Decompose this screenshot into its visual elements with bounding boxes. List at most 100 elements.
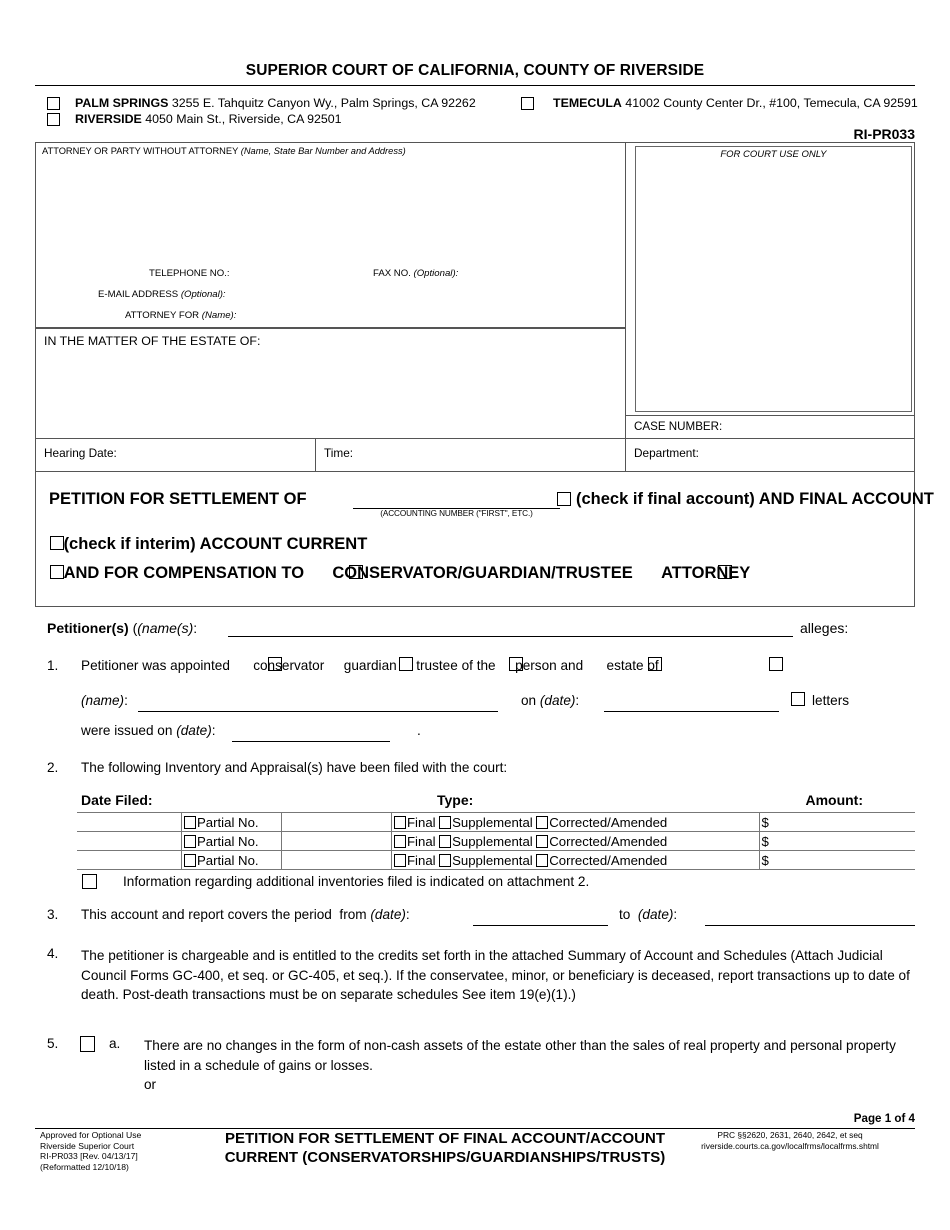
matter-label: IN THE MATTER OF THE ESTATE OF:	[44, 334, 261, 348]
item-3-from-field[interactable]	[473, 925, 608, 926]
alleges-label: alleges:	[800, 620, 849, 636]
interim-text: (check if interim) ACCOUNT CURRENT	[63, 535, 368, 553]
item-1-name-label: (name):	[81, 693, 128, 708]
department-box[interactable]: Department:	[626, 439, 915, 472]
checkbox-corrected[interactable]	[535, 816, 549, 829]
header-amount: Amount:	[805, 792, 863, 808]
form-page: SUPERIOR COURT OF CALIFORNIA, COUNTY OF …	[0, 0, 950, 1230]
item-3-to-label: to (date):	[619, 907, 678, 922]
time-box[interactable]: Time:	[316, 439, 626, 472]
partial-label: Partial No.	[197, 833, 259, 849]
attorney-label: ATTORNEY	[661, 564, 751, 582]
cell-partial-number[interactable]	[281, 831, 392, 851]
inventory-header-row: Date Filed: Type: Amount:	[77, 792, 915, 812]
attorney-for-text: ATTORNEY FOR	[125, 310, 202, 321]
checkbox-final[interactable]	[393, 816, 406, 829]
checkbox-additional-inventories[interactable]	[82, 874, 97, 889]
item-4-text: The petitioner is chargeable and is enti…	[81, 948, 910, 1002]
amount-symbol: $	[761, 814, 769, 830]
caption-block: ATTORNEY OR PARTY WITHOUT ATTORNEY (Name…	[35, 142, 915, 472]
checkbox-supplemental[interactable]	[438, 816, 452, 829]
page-number: Page 1 of 4	[853, 1112, 915, 1125]
item-3-to-field[interactable]	[705, 925, 915, 926]
checkbox-conservator[interactable]	[268, 657, 282, 671]
checkbox-trustee[interactable]	[509, 657, 523, 671]
checkbox-corrected[interactable]	[535, 835, 549, 848]
checkbox-item-5a[interactable]	[80, 1036, 95, 1052]
location-temecula: TEMECULA 41002 County Center Dr., #100, …	[553, 96, 918, 110]
partial-label: Partial No.	[197, 852, 259, 868]
checkbox-final-account[interactable]	[557, 492, 571, 506]
checkbox-letters[interactable]	[791, 692, 805, 706]
final-label: Final	[407, 852, 436, 868]
item-1-issued-label: were issued on (date):	[81, 723, 216, 738]
telephone-label: TELEPHONE NO.:	[149, 268, 230, 279]
court-use-box: FOR COURT USE ONLY	[635, 146, 912, 412]
item-5a-body: There are no changes in the form of non-…	[144, 1038, 896, 1073]
footer-form-rev: RI-PR033 [Rev. 04/13/17]	[40, 1151, 138, 1162]
footer-title-line1: PETITION FOR SETTLEMENT OF FINAL ACCOUNT…	[225, 1130, 665, 1147]
checkbox-partial[interactable]	[183, 854, 196, 867]
checkbox-person[interactable]	[648, 657, 662, 671]
item-2-text: The following Inventory and Appraisal(s)…	[81, 760, 508, 775]
final-label: Final	[407, 833, 436, 849]
checkbox-guardian[interactable]	[399, 657, 413, 671]
amount-symbol: $	[761, 833, 769, 849]
corrected-label: Corrected/Amended	[549, 814, 668, 830]
cell-amount[interactable]: $	[759, 850, 915, 870]
case-number-label: CASE NUMBER:	[634, 420, 723, 433]
item-5a-text: There are no changes in the form of non-…	[144, 1036, 904, 1095]
checkbox-estate[interactable]	[769, 657, 783, 671]
item-1-date-field[interactable]	[604, 711, 779, 712]
item-1-issued-field[interactable]	[232, 741, 390, 742]
attorney-box[interactable]: ATTORNEY OR PARTY WITHOUT ATTORNEY (Name…	[36, 143, 626, 329]
checkbox-riverside[interactable]	[47, 113, 60, 126]
checkbox-partial[interactable]	[183, 835, 196, 848]
header-type: Type:	[437, 792, 474, 808]
matter-box[interactable]: IN THE MATTER OF THE ESTATE OF:	[36, 329, 626, 439]
item-5-number: 5.	[47, 1036, 59, 1051]
court-title: SUPERIOR COURT OF CALIFORNIA, COUNTY OF …	[245, 62, 705, 79]
item1-opt-trustee: trustee of the	[416, 658, 496, 673]
checkbox-supplemental[interactable]	[438, 854, 452, 867]
court-use-label: FOR COURT USE ONLY	[720, 149, 827, 160]
amount-symbol: $	[761, 852, 769, 868]
petitioner-label-italic: (name(s)	[137, 620, 194, 636]
checkbox-supplemental[interactable]	[438, 835, 452, 848]
footer-reformatted: (Reformatted 12/10/18)	[40, 1161, 129, 1172]
table-row: Partial No. Final Supplemental Corrected/A…	[77, 850, 915, 870]
checkbox-final[interactable]	[393, 854, 406, 867]
item-1-period: .	[417, 723, 421, 738]
supplemental-label: Supplemental	[452, 833, 533, 849]
checkbox-temecula[interactable]	[521, 97, 534, 110]
cell-amount[interactable]: $	[759, 812, 915, 832]
cell-amount[interactable]: $	[759, 831, 915, 851]
cell-date-filed[interactable]	[77, 812, 182, 832]
hearing-date-box[interactable]: Hearing Date:	[36, 439, 316, 472]
corrected-label: Corrected/Amended	[549, 833, 668, 849]
item-1-name-field[interactable]	[138, 711, 498, 712]
final-account-label: (check if final account) AND FINAL ACCOU…	[576, 490, 934, 508]
item-1-line1: Petitioner was appointed □ conservator □…	[81, 658, 659, 673]
cell-partial-number[interactable]	[281, 812, 392, 832]
compensation-row: □ AND FOR COMPENSATION TO □ CONSERVATOR/…	[49, 564, 751, 583]
hearing-date-label: Hearing Date:	[44, 446, 117, 460]
email-label: E-MAIL ADDRESS (Optional):	[98, 289, 226, 300]
checkbox-final[interactable]	[393, 835, 406, 848]
checkbox-corrected[interactable]	[535, 854, 549, 867]
cgt-label: CONSERVATOR/GUARDIAN/TRUSTEE	[332, 564, 633, 582]
attorney-box-label: ATTORNEY OR PARTY WITHOUT ATTORNEY (Name…	[42, 146, 406, 156]
cell-date-filed[interactable]	[77, 850, 182, 870]
footer-left: Approved for Optional Use Riverside Supe…	[40, 1130, 141, 1172]
form-number: RI-PR033	[853, 126, 915, 142]
petitioner-names-field[interactable]	[228, 636, 793, 637]
checkbox-partial[interactable]	[183, 816, 196, 829]
header-divider	[35, 85, 915, 86]
cell-partial-number[interactable]	[281, 850, 392, 870]
petitioner-label: Petitioner(s)	[47, 620, 133, 636]
case-number-box[interactable]: CASE NUMBER:	[626, 416, 915, 439]
cell-date-filed[interactable]	[77, 831, 182, 851]
final-label: Final	[407, 814, 436, 830]
checkbox-palm-springs[interactable]	[47, 97, 60, 110]
location-name: TEMECULA	[553, 96, 622, 110]
